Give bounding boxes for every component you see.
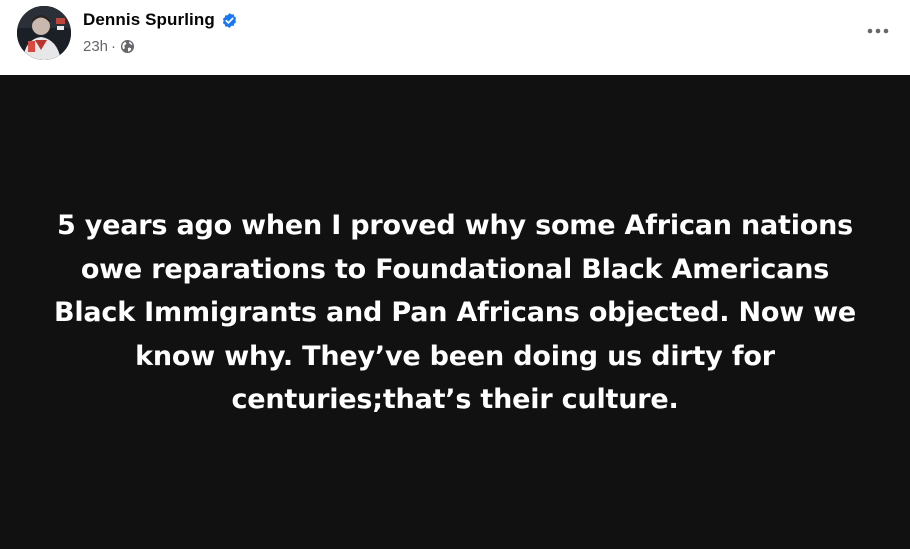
globe-icon[interactable] <box>120 39 135 54</box>
post-header: Dennis Spurling 23h · <box>0 0 910 75</box>
meta-separator: · <box>111 37 117 55</box>
more-dots-icon <box>867 28 889 34</box>
post-text: 5 years ago when I proved why some Afric… <box>53 210 857 416</box>
author-row: Dennis Spurling <box>83 9 238 31</box>
author-name[interactable]: Dennis Spurling <box>83 10 215 30</box>
post-card: Dennis Spurling 23h · 5 years ago when I… <box>0 0 910 549</box>
more-options-button[interactable] <box>858 16 898 46</box>
post-text-background: 5 years ago when I proved why some Afric… <box>0 75 910 549</box>
verified-badge-icon <box>221 12 238 29</box>
avatar-image <box>17 6 71 60</box>
post-timestamp[interactable]: 23h <box>83 38 108 55</box>
post-meta: 23h · <box>83 36 135 56</box>
avatar[interactable] <box>17 6 71 60</box>
